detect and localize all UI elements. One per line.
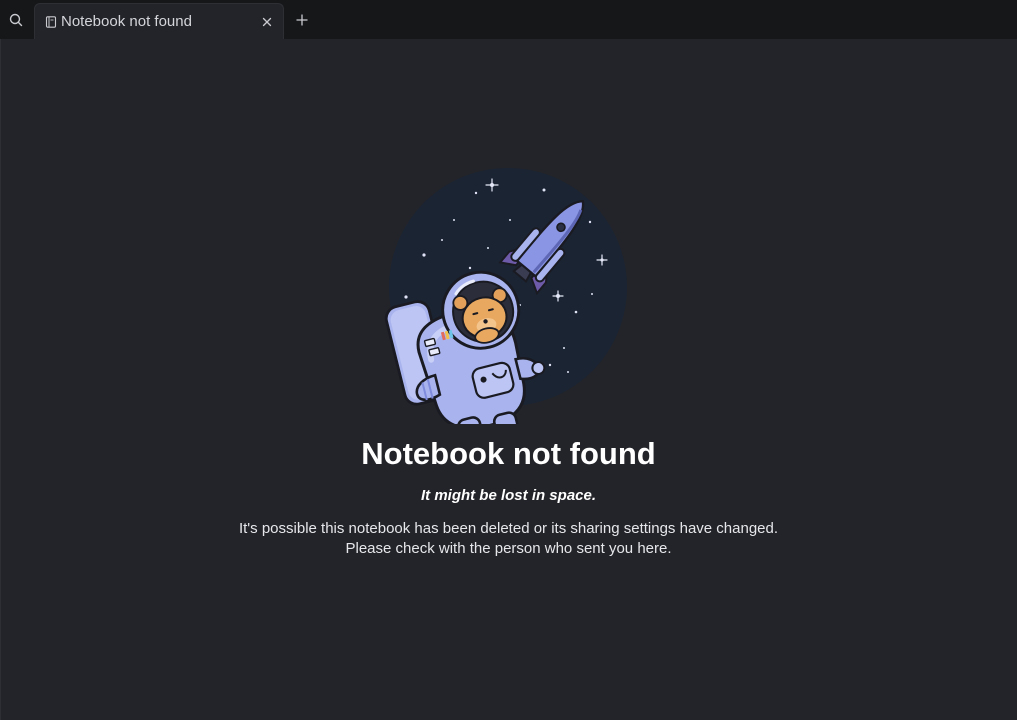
search-button[interactable]	[6, 10, 26, 30]
tab-notebook-not-found[interactable]: Notebook not found	[34, 3, 284, 39]
close-icon	[262, 17, 272, 27]
plus-icon	[296, 14, 308, 26]
notebook-icon	[45, 16, 57, 28]
tab-close-button[interactable]	[259, 14, 275, 30]
description-line-1: It's possible this notebook has been del…	[238, 520, 779, 537]
page-description: It's possible this notebook has been del…	[0, 519, 1017, 559]
description-line-2: Please check with the person who sent yo…	[345, 540, 672, 557]
page-subtitle: It might be lost in space.	[420, 487, 597, 504]
tab-label: Notebook not found	[61, 13, 192, 30]
new-tab-button[interactable]	[292, 10, 312, 30]
tab-bar: Notebook not found	[0, 0, 1017, 39]
astronaut-illustration	[384, 168, 627, 424]
page-title: Notebook not found	[361, 436, 656, 471]
search-icon	[9, 13, 23, 27]
